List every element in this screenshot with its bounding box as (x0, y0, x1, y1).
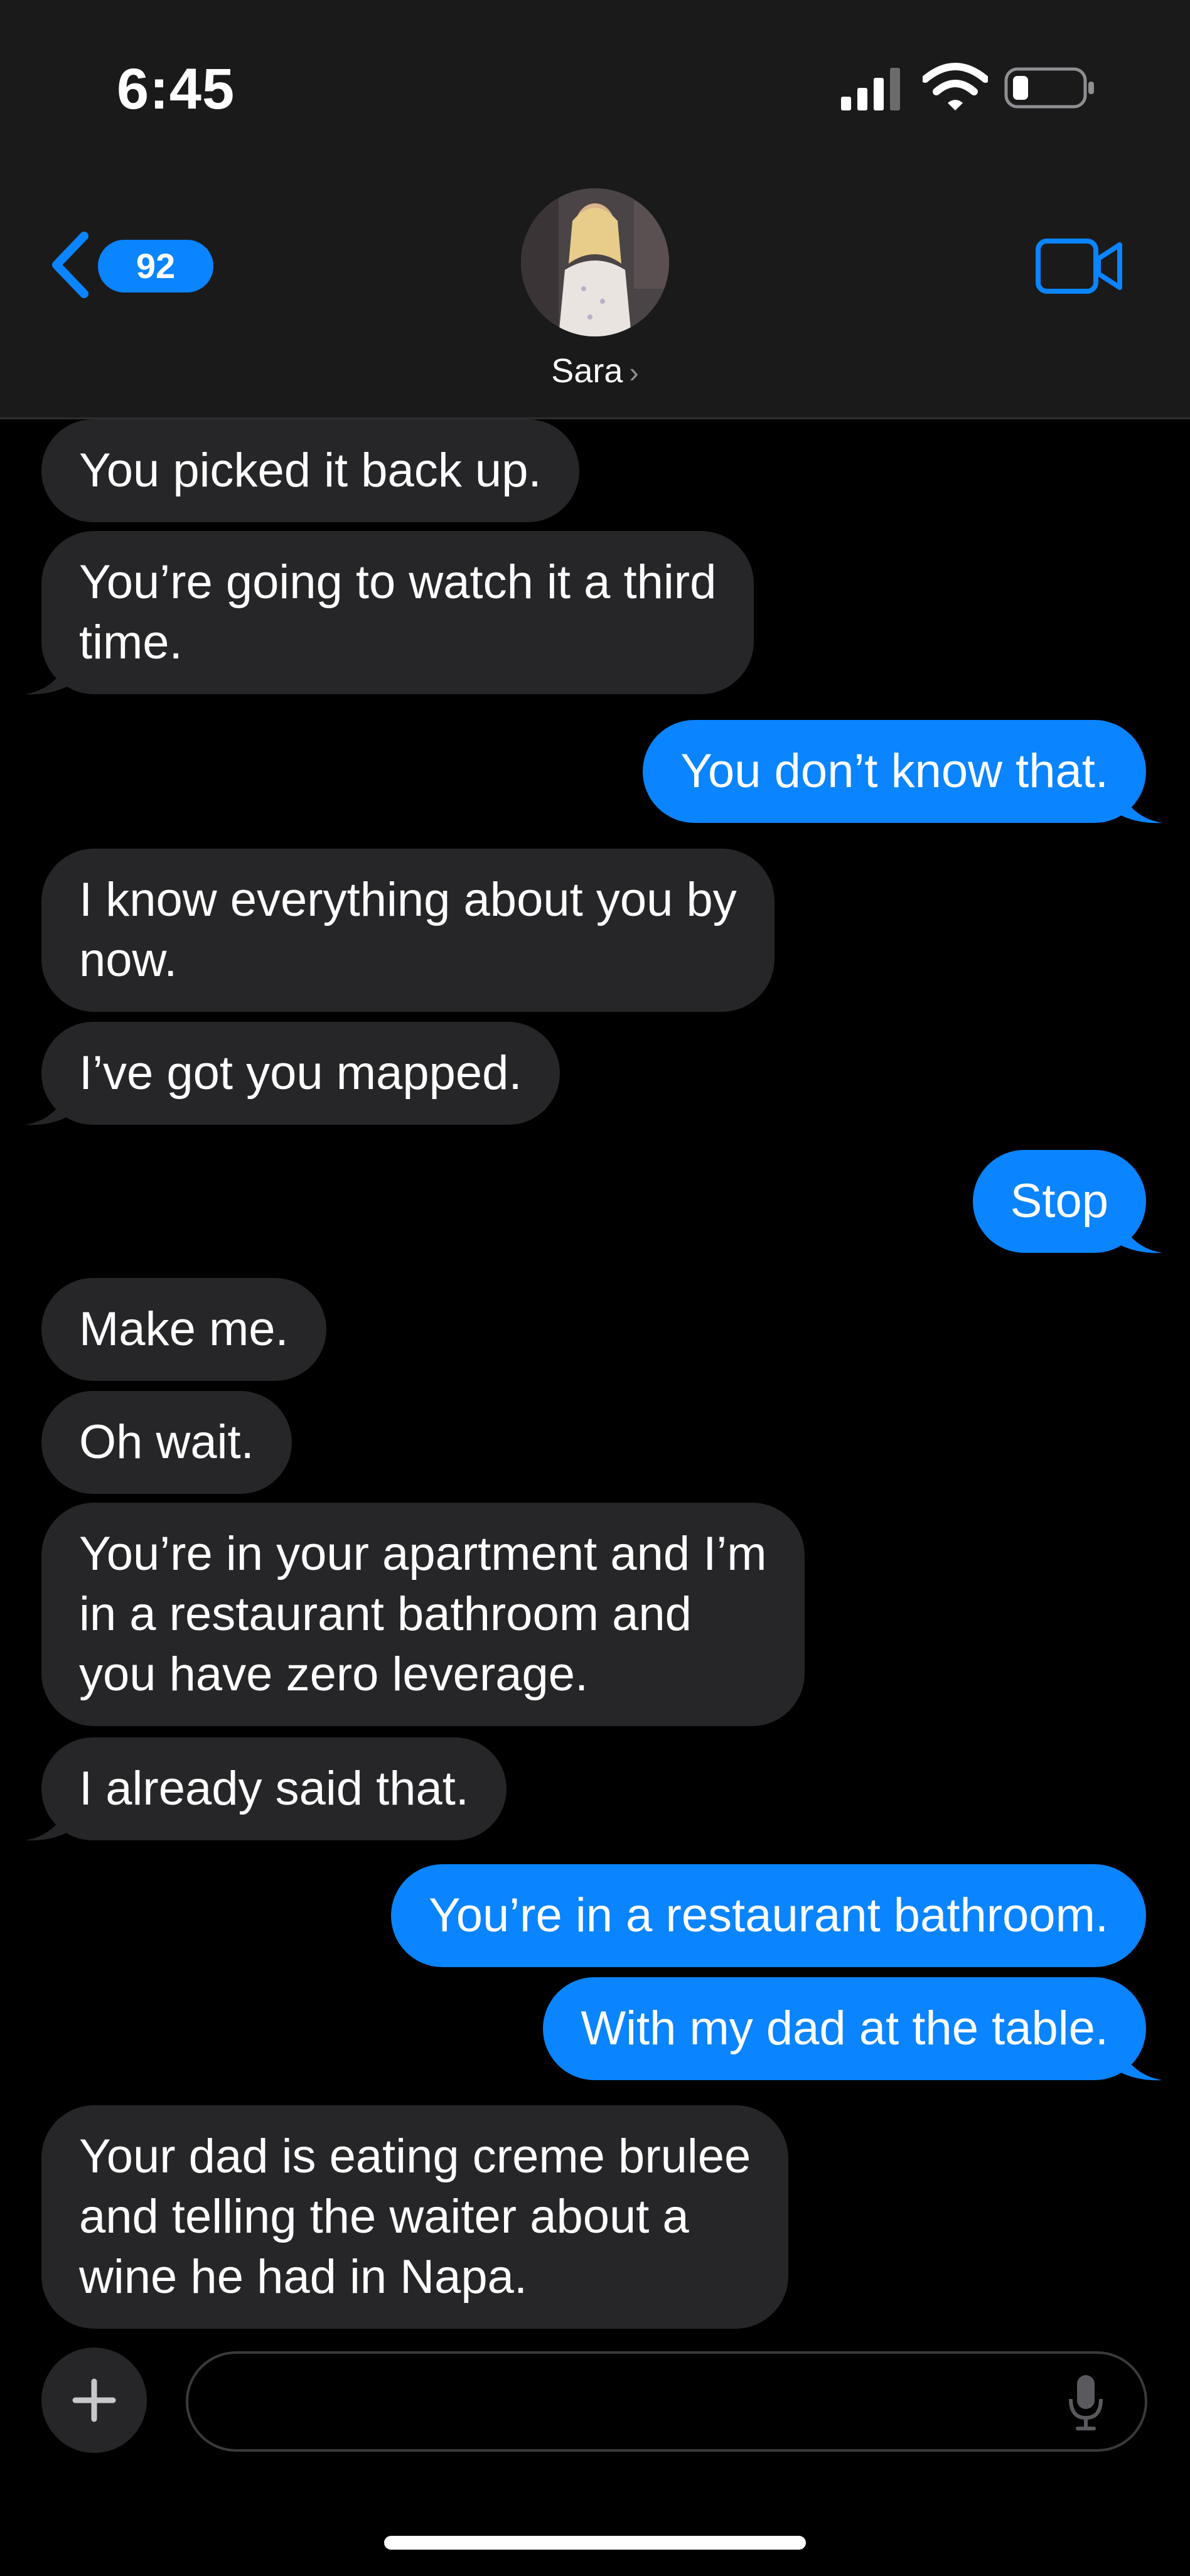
message-text-line: Oh wait. (79, 1415, 254, 1469)
message-text-line: Make me. (79, 1302, 289, 1356)
incoming-message[interactable]: Oh wait. (41, 1391, 292, 1494)
apps-button[interactable] (41, 2348, 147, 2453)
chevron-right-icon: › (629, 356, 639, 389)
incoming-message[interactable]: You’re going to watch it a third time. (41, 531, 754, 694)
avatar-image (521, 188, 669, 336)
contact-name[interactable]: Sara › (0, 352, 1190, 390)
message-text-line: now. (79, 933, 178, 987)
message-text-line: and telling the waiter about a (79, 2190, 689, 2243)
incoming-message[interactable]: I’ve got you mapped. (41, 1022, 560, 1125)
bubble-tail (25, 1088, 69, 1125)
incoming-message[interactable]: You’re in your apartment and I’m in a res… (41, 1503, 805, 1726)
incoming-message[interactable]: I already said that. (41, 1737, 507, 1840)
message-text-line: You don’t know that. (680, 744, 1108, 798)
bubble-tail (1118, 2044, 1162, 2081)
incoming-message[interactable]: I know everything about you by now. (41, 849, 775, 1012)
bubble-tail (1118, 786, 1162, 824)
message-text-line: You’re in a restaurant bathroom. (429, 1889, 1108, 1942)
message-input[interactable] (186, 2351, 1147, 2452)
incoming-message[interactable]: You picked it back up. (41, 419, 579, 522)
message-text-line: You’re in your apartment and I’m (79, 1527, 767, 1580)
message-text-line: I already said that. (79, 1762, 469, 1815)
incoming-message[interactable]: Make me. (41, 1278, 326, 1381)
wifi-icon (923, 63, 988, 110)
back-button[interactable]: 92 (48, 226, 213, 301)
message-text-line: in a restaurant bathroom and (79, 1587, 692, 1641)
outgoing-message[interactable]: You don’t know that. (643, 720, 1146, 823)
messages-screen: 6:45 92 Sara › You picked it back up. Yo… (0, 0, 1190, 2576)
message-text-line: You picked it back up. (79, 444, 542, 497)
back-chevron-icon (52, 232, 88, 298)
home-indicator[interactable] (384, 2536, 806, 2550)
video-call-icon[interactable] (1036, 237, 1123, 295)
outgoing-message[interactable]: You’re in a restaurant bathroom. (391, 1864, 1146, 1967)
status-time: 6:45 (117, 57, 235, 121)
message-text-line: I know everything about you by (79, 873, 737, 926)
message-text-line: wine he had in Napa. (79, 2250, 528, 2304)
battery-icon (1004, 67, 1094, 109)
message-text-line: Stop (1010, 1174, 1108, 1228)
microphone-icon[interactable] (1066, 2373, 1106, 2433)
message-text-line: you have zero leverage. (79, 1648, 589, 1701)
message-text-line: With my dad at the table. (581, 2002, 1108, 2055)
contact-name-text: Sara (551, 352, 623, 390)
conversation-header: 6:45 92 Sara › (0, 0, 1190, 419)
plus-icon (72, 2378, 116, 2422)
bubble-tail (25, 1804, 69, 1841)
unread-count-badge: 92 (98, 240, 213, 292)
cellular-signal-icon (841, 68, 900, 110)
incoming-message[interactable]: Your dad is eating creme brulee and telli… (41, 2105, 789, 2329)
contact-avatar[interactable] (521, 188, 669, 336)
bubble-tail (25, 658, 69, 695)
bubble-tail (1118, 1216, 1162, 1253)
message-thread[interactable]: You picked it back up. You’re going to wa… (0, 419, 1190, 2334)
outgoing-message[interactable]: With my dad at the table. (543, 1977, 1146, 2080)
message-text-line: I’ve got you mapped. (79, 1046, 522, 1100)
message-text-line: time. (79, 616, 183, 669)
message-text-line: Your dad is eating creme brulee (79, 2130, 751, 2183)
message-text-line: You’re going to watch it a third (79, 555, 717, 609)
